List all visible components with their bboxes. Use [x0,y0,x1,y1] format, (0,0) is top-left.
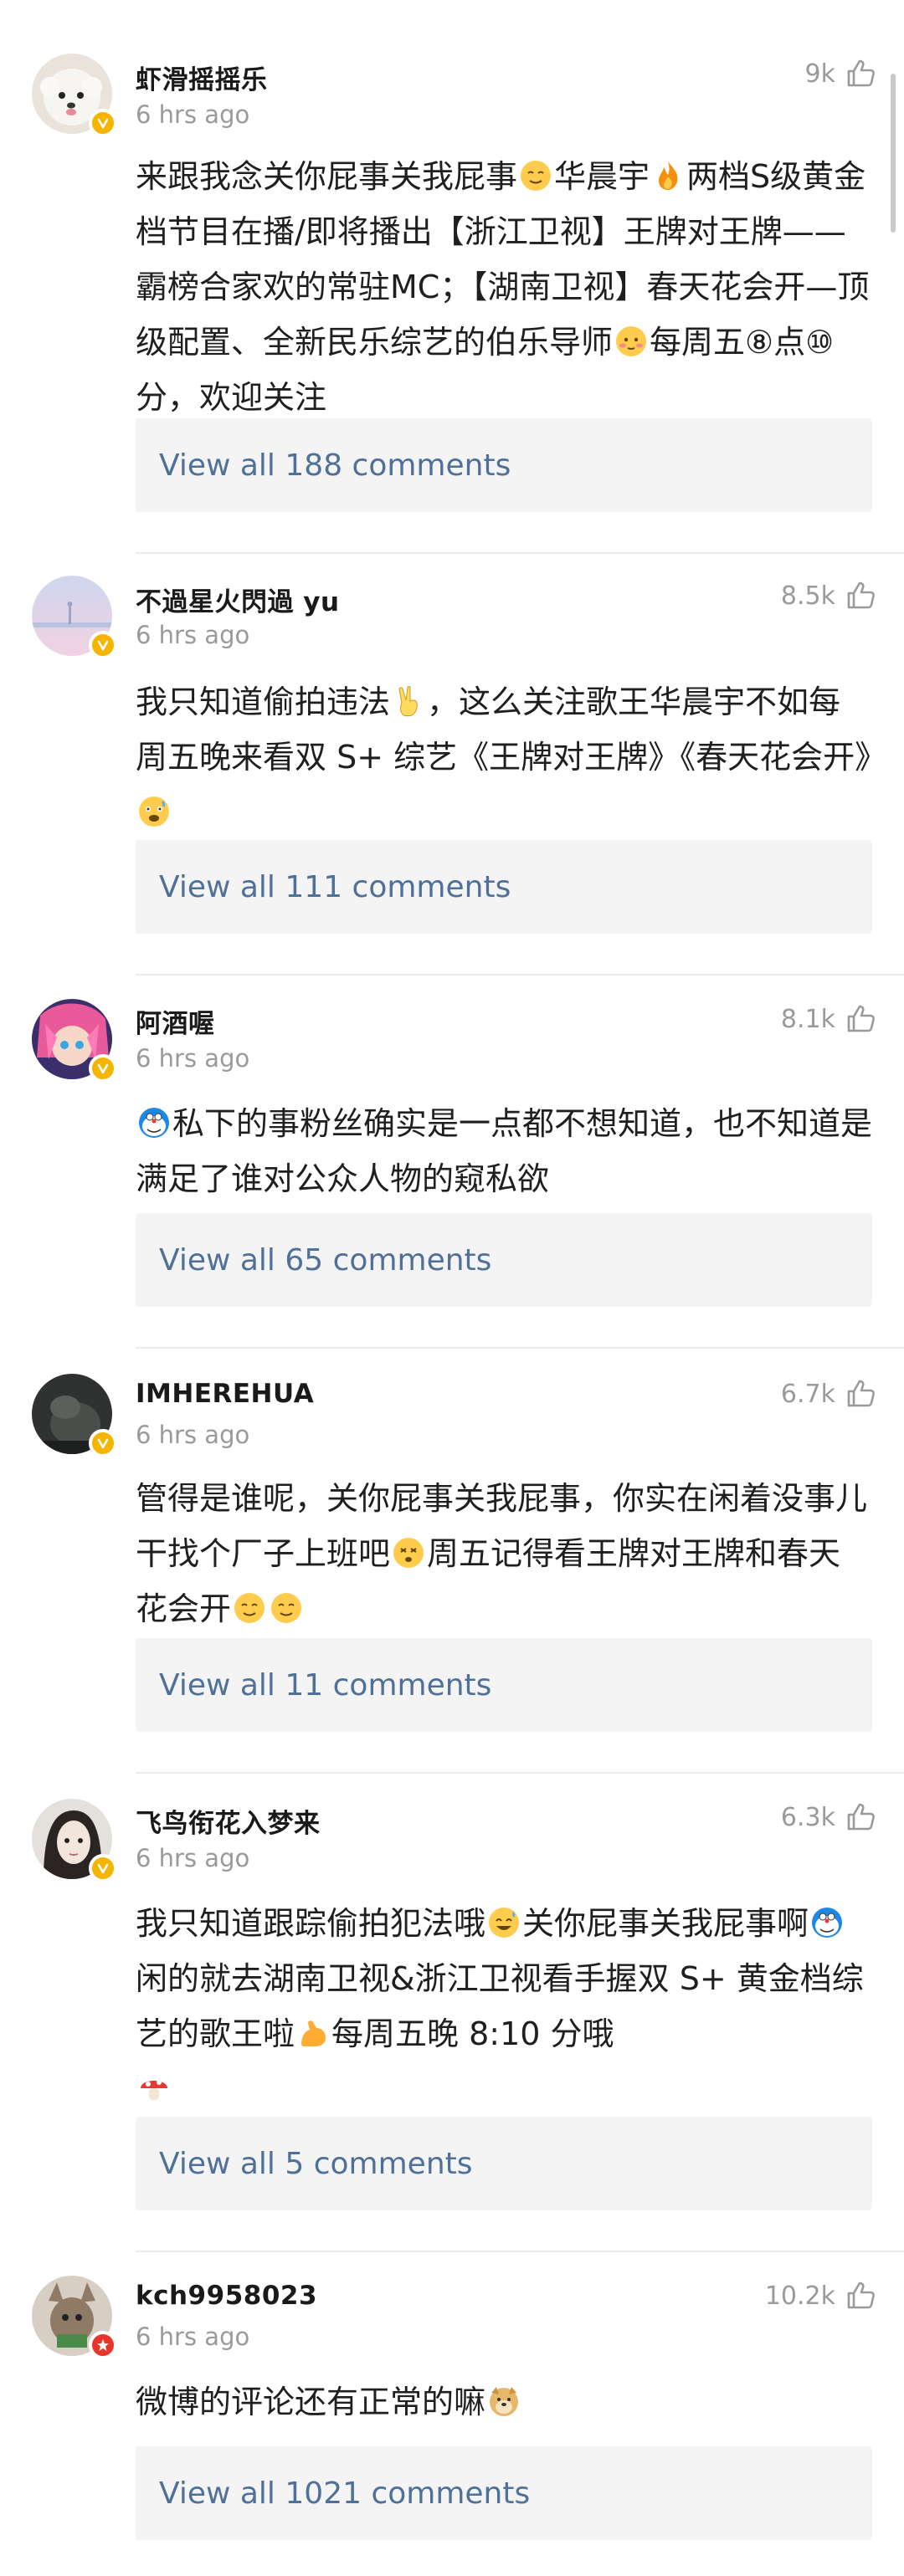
view-replies-button[interactable]: View all 65 comments [136,1213,872,1307]
divider [136,552,904,554]
avatar[interactable] [32,2276,117,2359]
username[interactable]: IMHEREHUA [136,1379,314,1409]
timestamp: 6 hrs ago [136,2322,250,2351]
shy-emoji-icon [616,326,647,356]
divider [136,2251,904,2252]
thumbs-up-icon [847,1803,875,1831]
dizzy-emoji-icon [393,1538,424,1568]
smirk-emoji-icon [521,161,552,191]
like-button[interactable]: 10.2k [765,2279,877,2312]
view-replies-button[interactable]: View all 111 comments [136,840,872,934]
thumbs-up-icon [847,2282,875,2309]
divider [136,1347,904,1349]
victory-hand-emoji-icon [398,686,418,717]
username[interactable]: 阿酒喔 [136,1002,215,1040]
verified-badge-icon [89,2331,117,2359]
avatar[interactable] [32,999,117,1083]
smirk-emoji-icon [234,1593,265,1623]
fire-emoji-icon [659,161,678,190]
scrollbar[interactable] [891,74,896,233]
like-count: 6.7k [780,1379,835,1409]
like-count: 8.1k [780,1004,835,1034]
doraemon-emoji-icon [139,1108,169,1138]
avatar[interactable] [32,54,117,137]
thumbs-up-icon [847,581,875,609]
timestamp: 6 hrs ago [136,100,250,129]
thumbs-up-icon [847,1380,875,1407]
comment-text: 私下的事粉丝确实是一点都不想知道，也不知道是满足了谁对公众人物的窥私欲 [136,1105,873,1197]
like-button[interactable]: 6.7k [781,1377,877,1411]
view-replies-button[interactable]: View all 188 comments [136,418,872,512]
timestamp: 6 hrs ago [136,1844,250,1872]
sweat-smile-emoji-icon [489,1908,520,1938]
verified-badge-icon [89,1054,117,1083]
like-count: 9k [804,59,835,89]
anxious-emoji-icon [139,796,169,827]
thumbs-up-icon [847,59,875,87]
thumbs-up-icon [847,1005,875,1032]
avatar[interactable] [32,1374,117,1457]
view-replies-button[interactable]: View all 11 comments [136,1638,872,1732]
username[interactable]: 不過星火閃過 yu [136,581,340,618]
avatar[interactable] [32,576,117,659]
like-count: 8.5k [780,581,835,611]
doraemon-emoji-icon [812,1908,843,1938]
verified-badge-icon [89,631,117,659]
view-replies-button[interactable]: View all 5 comments [136,2117,872,2210]
verified-badge-icon [89,109,117,137]
verified-badge-icon [89,1429,117,1457]
like-button[interactable]: 9k [805,57,877,90]
like-button[interactable]: 8.1k [781,1002,877,1036]
like-button[interactable]: 6.3k [781,1800,877,1834]
flexed-arm-emoji-icon [301,2020,326,2046]
like-count: 6.3k [780,1802,835,1832]
comment-text: 管得是谁呢，关你屁事关我屁事，你实在闲着没事儿干找个厂子上班吧 周五记得看王牌对王… [136,1480,868,1627]
username[interactable]: kch9958023 [136,2281,317,2311]
timestamp: 6 hrs ago [136,1421,250,1449]
view-replies-button[interactable]: View all 1021 comments [136,2446,872,2540]
comment-text: 微博的评论还有正常的嘛 [136,2374,872,2430]
timestamp: 6 hrs ago [136,1044,250,1073]
username[interactable]: 虾滑摇摇乐 [136,59,268,96]
divider [136,1772,904,1774]
like-count: 10.2k [764,2281,835,2311]
comment-text: 我只知道偷拍违法 ，这么关注歌王华晨宇不如每周五晚来看双 S+ 综艺《王牌对王牌》… [136,674,886,840]
mushroom-emoji-icon [141,2080,167,2100]
verified-badge-icon [89,1854,117,1882]
comment-text: 来跟我念关你屁事关我屁事 华晨宇 两档S级黄金档节目在播/即将播出【浙江卫视】王牌对… [136,158,870,416]
divider [136,974,904,976]
doge-emoji-icon [490,2387,519,2416]
username[interactable]: 飞鸟衔花入梦来 [136,1802,321,1840]
comment-text: 我只知道跟踪偷拍犯法哦 关你屁事关我屁事啊闲的就去湖南卫视&浙江卫视看手握双 S+… [136,1896,872,2117]
avatar[interactable] [32,1799,117,1882]
like-button[interactable]: 8.5k [781,579,877,612]
smirk-emoji-icon [271,1593,302,1623]
timestamp: 6 hrs ago [136,621,250,649]
